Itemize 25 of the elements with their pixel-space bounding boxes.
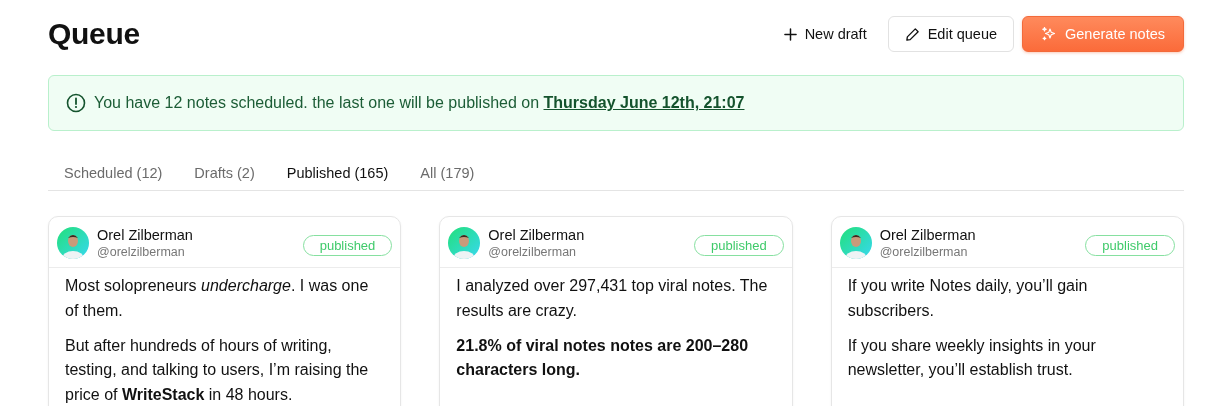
note-paragraph: If you share weekly insights in your newsletter, you’ll establish trust.: [847, 335, 1097, 381]
tab[interactable]: Published (165): [274, 159, 401, 190]
note-paragraph: 21.8% of viral notes notes are 200–280 characters long.: [456, 335, 750, 381]
author-name: Orel Zilberman: [879, 227, 977, 243]
edit-queue-button[interactable]: Edit queue: [887, 16, 1015, 52]
author-handle: @orelzilberman: [879, 245, 969, 259]
page-title: Queue: [48, 17, 140, 51]
tab[interactable]: Drafts (2): [182, 159, 267, 190]
sparkle-icon: [1041, 26, 1058, 42]
author-handle: @orelzilberman: [488, 245, 578, 259]
note-paragraph: I analyzed over 297,431 top viral notes. The results are crazy.: [456, 276, 769, 321]
banner-message: You have 12 notes scheduled. the last one will be published on Thursday June 12th, 21:07: [94, 94, 745, 112]
author-name: Orel Zilberman: [97, 227, 194, 243]
pencil-icon: [904, 26, 920, 42]
plus-icon: [783, 27, 797, 41]
note-paragraph: But after hundreds of hours of writing, testing, and talking to users, I’m raising the price of WriteStack in 48 hours.: [65, 335, 370, 406]
new-draft-button[interactable]: New draft: [770, 16, 880, 52]
tab[interactable]: All (179): [408, 159, 487, 190]
note-paragraph: Most solopreneurs undercharge. I was one of them.: [65, 276, 370, 321]
note-paragraph: If you write Notes daily, you’ll gain subscribers.: [847, 276, 1089, 321]
author-handle: @orelzilberman: [97, 245, 186, 259]
tab[interactable]: Scheduled (12): [52, 159, 175, 190]
date-link[interactable]: Thursday June 12th, 21:07: [543, 94, 745, 111]
info-icon: [66, 93, 86, 113]
author-name: Orel Zilberman: [488, 227, 586, 243]
